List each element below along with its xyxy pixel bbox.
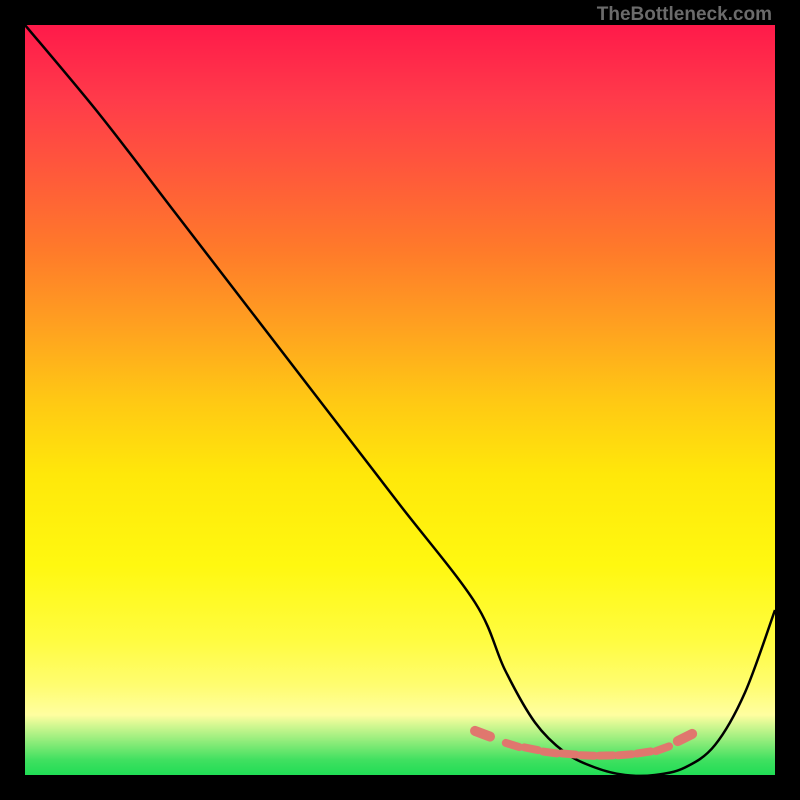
attribution-text: TheBottleneck.com [597, 4, 772, 26]
gradient-plot-area [25, 25, 775, 775]
